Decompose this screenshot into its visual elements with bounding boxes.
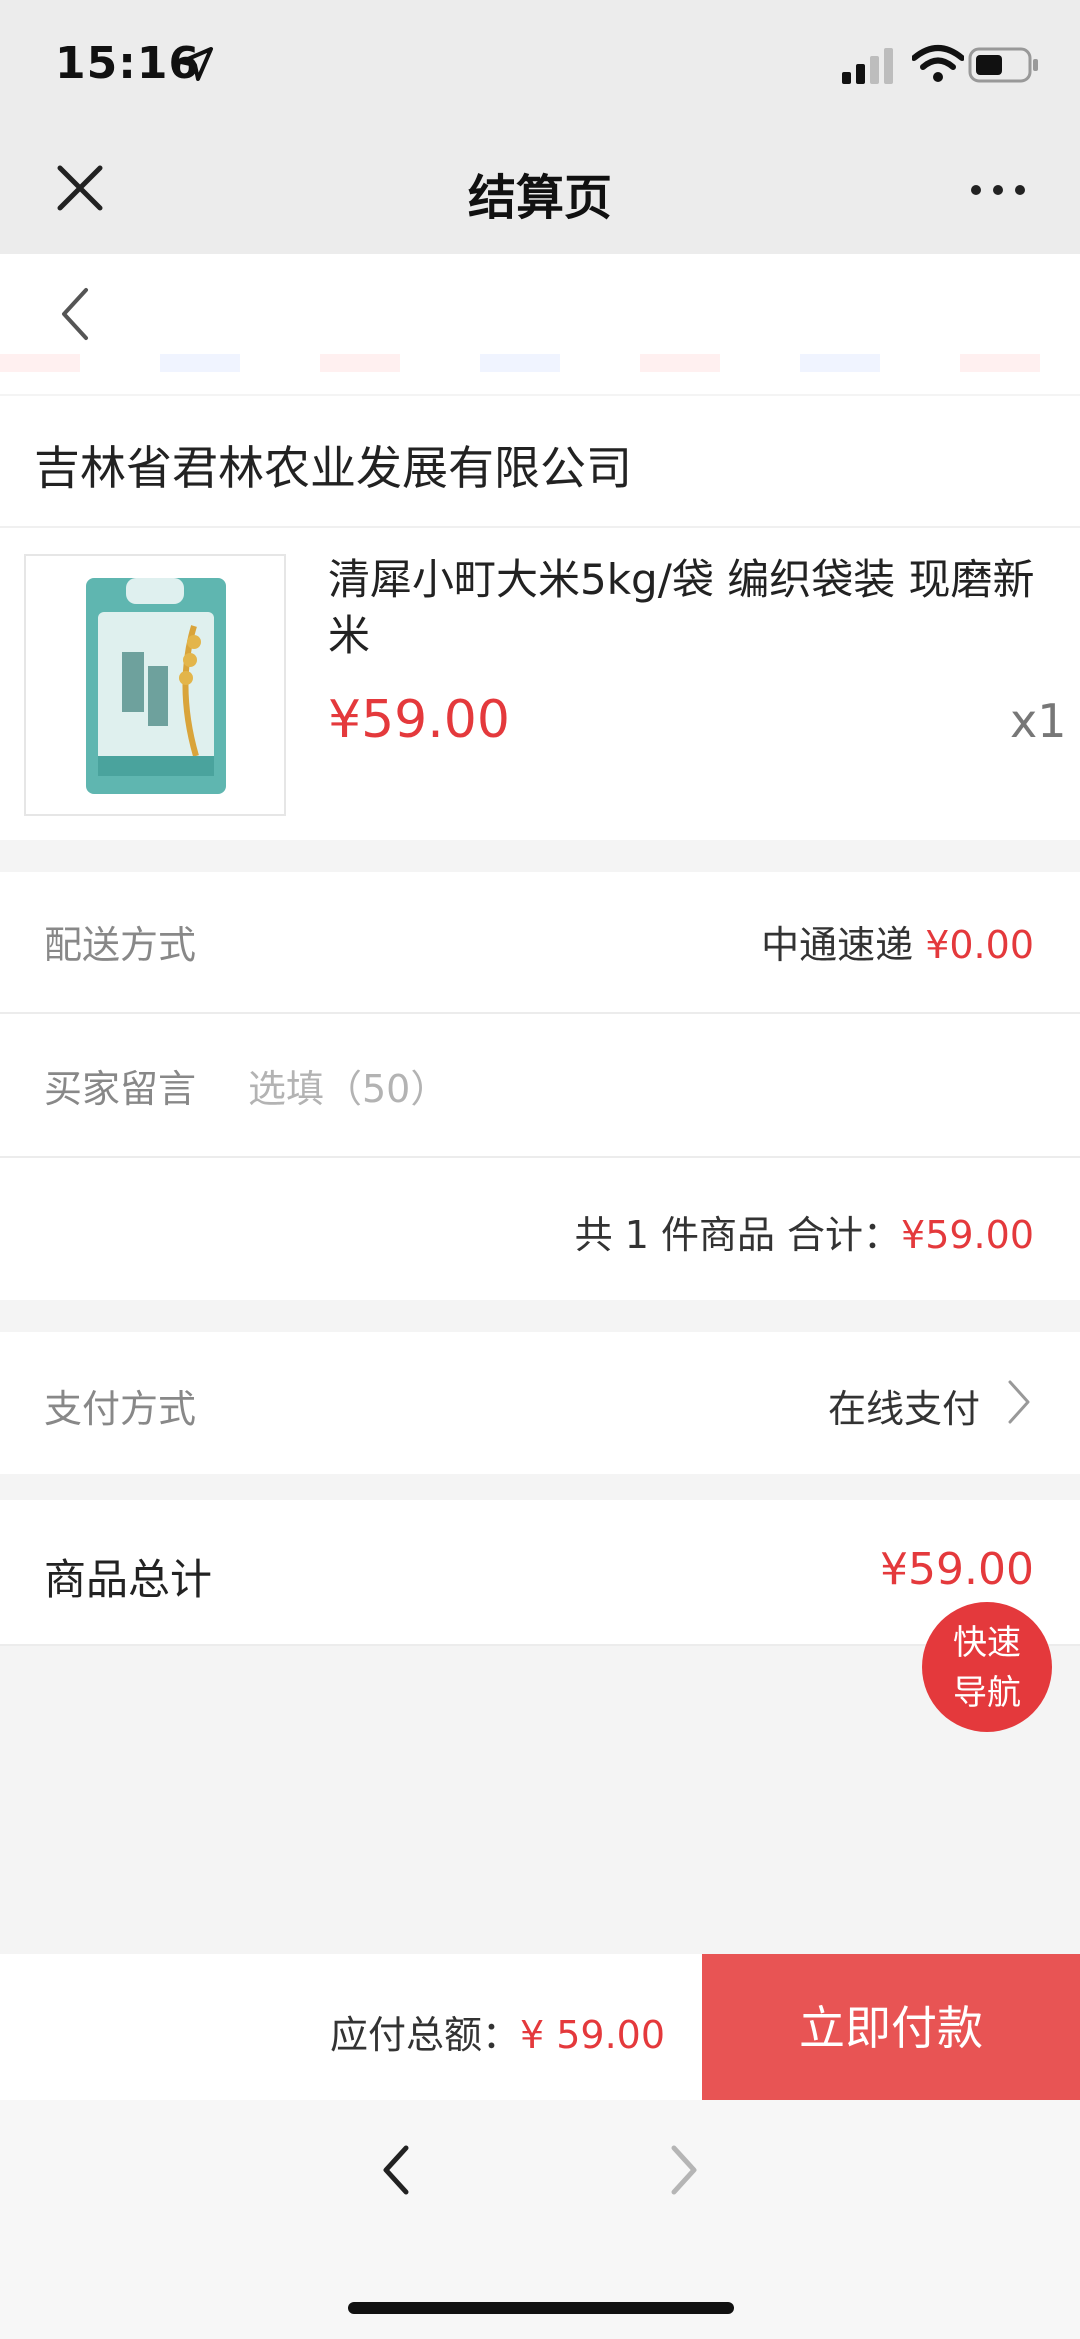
rice-bag-image <box>86 578 226 794</box>
back-arrow-icon[interactable] <box>372 2138 420 2202</box>
home-indicator <box>348 2302 734 2314</box>
summary-text: 共 1 件商品 合计：¥59.00 <box>575 1204 1034 1259</box>
faded-banner-strip <box>0 354 1080 372</box>
wifi-icon <box>912 45 964 82</box>
amount-due: 应付总额：¥ 59.00 <box>330 2004 665 2059</box>
payment-value: 在线支付 <box>827 1387 980 1431</box>
page-title: 结算页 <box>467 170 612 226</box>
quick-nav-button[interactable]: 快速 导航 <box>922 1602 1052 1732</box>
product-quantity: x1 <box>1010 694 1067 748</box>
more-icon[interactable] <box>968 172 1028 208</box>
quick-nav-line1: 快速 <box>953 1623 1021 1663</box>
shipping-carrier: 中通速递 <box>761 923 914 967</box>
payment-label: 支付方式 <box>44 1387 197 1431</box>
message-input[interactable]: 选填（50） <box>248 1058 448 1113</box>
product-title[interactable]: 清犀小町大米5kg/袋 编织袋装 现磨新米 <box>328 552 1048 664</box>
total-label: 商品总计 <box>44 1555 213 1604</box>
amount-due-value: ¥ 59.00 <box>519 2013 665 2057</box>
shipping-label: 配送方式 <box>44 923 197 967</box>
product-price: ¥59.00 <box>328 690 510 750</box>
shipping-value: 中通速递 ¥0.00 <box>761 914 1034 969</box>
battery-icon <box>968 47 1038 83</box>
summary-count: 共 1 件商品 合计： <box>574 1213 902 1257</box>
pay-now-button[interactable]: 立即付款 <box>702 1954 1080 2100</box>
forward-arrow-icon[interactable] <box>660 2138 708 2202</box>
chevron-right-icon <box>1008 1380 1030 1424</box>
back-bar <box>0 254 1080 394</box>
signal-icon <box>842 48 893 84</box>
message-label: 买家留言 <box>44 1067 197 1111</box>
amount-due-label: 应付总额： <box>329 2013 520 2057</box>
shipping-fee: ¥0.00 <box>925 923 1034 967</box>
shop-name: 吉林省君林农业发展有限公司 <box>34 441 632 495</box>
chevron-left-icon[interactable] <box>52 282 100 346</box>
summary-amount: ¥59.00 <box>901 1213 1034 1257</box>
product-image[interactable] <box>24 554 286 816</box>
quick-nav-line2: 导航 <box>953 1673 1021 1713</box>
total-amount: ¥59.00 <box>880 1544 1034 1595</box>
location-arrow-icon <box>179 47 213 81</box>
